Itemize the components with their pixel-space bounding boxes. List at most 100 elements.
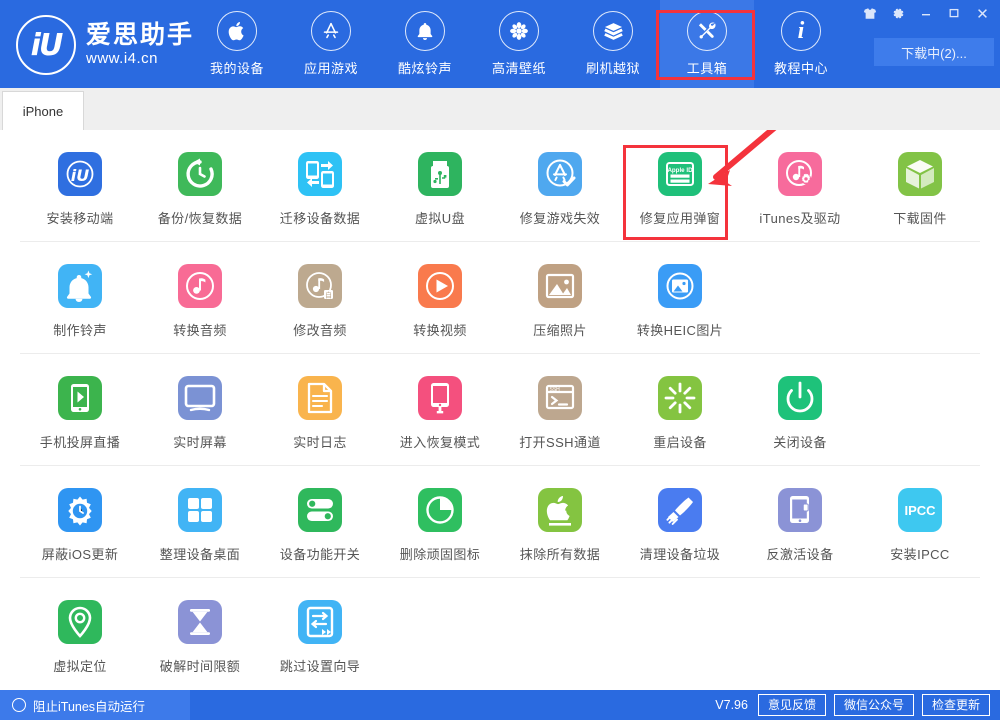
make-ringtone-icon (58, 264, 102, 308)
tool-feature-toggle[interactable]: 设备功能开关 (260, 480, 380, 569)
device-tab-strip: iPhone (0, 88, 1000, 131)
nav-item-toolbox[interactable]: 工具箱 (660, 0, 754, 88)
nav-item-wallpapers[interactable]: 高清壁纸 (472, 0, 566, 88)
tool-install-ipcc[interactable]: IPCC 安装IPCC (860, 480, 980, 569)
migrate-data-icon (298, 152, 342, 196)
tool-migrate-data[interactable]: 迁移设备数据 (260, 144, 380, 233)
nav-item-ringtones[interactable]: 酷炫铃声 (378, 0, 472, 88)
flower-icon (499, 11, 539, 51)
delete-icon-icon (418, 488, 462, 532)
virtual-location-icon (58, 600, 102, 644)
tool-label: 整理设备桌面 (159, 547, 241, 562)
status-actions: V7.96 意见反馈 微信公众号 检查更新 (715, 693, 1000, 717)
live-screen-icon (178, 376, 222, 420)
close-button[interactable] (968, 0, 996, 26)
tool-block-ios-update[interactable]: 屏蔽iOS更新 (20, 480, 140, 569)
svg-text:iU: iU (71, 166, 89, 185)
status-bar: 阻止iTunes自动运行 V7.96 意见反馈 微信公众号 检查更新 (0, 690, 1000, 720)
tool-label: 打开SSH通道 (519, 435, 601, 450)
tool-organize-home-screen[interactable]: 整理设备桌面 (140, 480, 260, 569)
tool-live-screen[interactable]: 实时屏幕 (140, 368, 260, 457)
tool-screen-cast[interactable]: 手机投屏直播 (20, 368, 140, 457)
compress-photo-icon (538, 264, 582, 308)
tool-download-firmware[interactable]: 下载固件 (860, 144, 980, 233)
tool-label: 虚拟定位 (53, 659, 107, 674)
tool-erase-all-data[interactable]: 抹除所有数据 (500, 480, 620, 569)
firmware-box-icon (898, 152, 942, 196)
tool-compress-photo[interactable]: 压缩照片 (500, 256, 620, 345)
tool-live-log[interactable]: 实时日志 (260, 368, 380, 457)
logo-url: www.i4.cn (86, 50, 159, 67)
check-update-button[interactable]: 检查更新 (921, 693, 990, 717)
tool-row-1: iU 安装移动端 备份/恢复数据 迁移设备数据 虚拟U盘 修复游戏失效 Appl… (20, 130, 980, 242)
nav-item-my-device[interactable]: 我的设备 (190, 0, 284, 88)
tool-label: 重启设备 (653, 435, 707, 450)
feedback-button[interactable]: 意见反馈 (757, 693, 826, 717)
tool-make-ringtone[interactable]: 制作铃声 (20, 256, 140, 345)
minimize-button[interactable] (912, 0, 940, 26)
tool-row-2: 制作铃声 转换音频 自 修改音频 转换视频 压缩照片 转换HEIC图片 (20, 242, 980, 354)
svg-text:Apple ID: Apple ID (667, 167, 693, 174)
tool-convert-video[interactable]: 转换视频 (380, 256, 500, 345)
tool-label: 实时屏幕 (173, 435, 227, 450)
nav-item-flash-jailbreak[interactable]: 刷机越狱 (566, 0, 660, 88)
logo-text: 爱思助手 www.i4.cn (86, 21, 194, 69)
tool-install-mobile[interactable]: iU 安装移动端 (20, 144, 140, 233)
tool-skip-setup-wizard[interactable]: 跳过设置向导 (260, 592, 380, 681)
nav-item-apps-games[interactable]: 应用游戏 (284, 0, 378, 88)
ipcc-icon: IPCC (898, 488, 942, 532)
screen-cast-icon (58, 376, 102, 420)
tool-deactivate-device[interactable]: 反激活设备 (740, 480, 860, 569)
tab-iphone[interactable]: iPhone (2, 91, 84, 131)
wechat-button[interactable]: 微信公众号 (833, 693, 914, 717)
tool-row-4: 屏蔽iOS更新 整理设备桌面 设备功能开关 删除顽固图标 抹除所有数据 清理设备… (20, 466, 980, 578)
deactivate-icon (778, 488, 822, 532)
tool-label: 实时日志 (293, 435, 347, 450)
tool-power-off-device[interactable]: 关闭设备 (740, 368, 860, 457)
tool-crack-time-limit[interactable]: 破解时间限额 (140, 592, 260, 681)
tool-label: 备份/恢复数据 (157, 211, 243, 226)
tool-itunes-driver[interactable]: iTunes及驱动 (740, 144, 860, 233)
tool-label: 转换视频 (413, 323, 467, 338)
svg-text:SSH: SSH (550, 387, 561, 393)
box-open-icon (593, 11, 633, 51)
tool-convert-audio[interactable]: 转换音频 (140, 256, 260, 345)
heic-convert-icon (658, 264, 702, 308)
download-status-button[interactable]: 下载中(2)... (874, 38, 994, 66)
tool-convert-heic[interactable]: 转换HEIC图片 (620, 256, 740, 345)
tool-recovery-mode[interactable]: 进入恢复模式 (380, 368, 500, 457)
apple-id-icon: Apple ID (658, 152, 702, 196)
tool-label: 跳过设置向导 (279, 659, 361, 674)
tool-fix-app-popup[interactable]: Apple ID 修复应用弹窗 (620, 144, 740, 233)
skin-button[interactable] (856, 0, 884, 26)
maximize-button[interactable] (940, 0, 968, 26)
tool-label: 下载固件 (893, 211, 947, 226)
nav-label: 刷机越狱 (585, 61, 640, 76)
tool-backup-restore[interactable]: 备份/恢复数据 (140, 144, 260, 233)
tool-virtual-usb[interactable]: 虚拟U盘 (380, 144, 500, 233)
tool-fix-game[interactable]: 修复游戏失效 (500, 144, 620, 233)
nav-label: 高清壁纸 (491, 61, 546, 76)
info-icon: i (781, 11, 821, 51)
tool-edit-audio[interactable]: 自 修改音频 (260, 256, 380, 345)
tool-label: 进入恢复模式 (399, 435, 481, 450)
tool-label: 设备功能开关 (279, 547, 361, 562)
convert-audio-icon (178, 264, 222, 308)
backup-restore-icon (178, 152, 222, 196)
tool-label: 转换音频 (173, 323, 227, 338)
nav-label: 工具箱 (686, 61, 728, 76)
tool-row-5: 虚拟定位 破解时间限额 跳过设置向导 (20, 578, 980, 689)
tool-delete-stubborn-icon[interactable]: 删除顽固图标 (380, 480, 500, 569)
tool-clean-junk[interactable]: 清理设备垃圾 (620, 480, 740, 569)
edit-audio-icon: 自 (298, 264, 342, 308)
tool-open-ssh[interactable]: SSH 打开SSH通道 (500, 368, 620, 457)
version-label: V7.96 (715, 697, 748, 712)
live-log-icon (298, 376, 342, 420)
tool-virtual-location[interactable]: 虚拟定位 (20, 592, 140, 681)
i4-app-icon: iU (58, 152, 102, 196)
tool-label: 修复游戏失效 (519, 211, 601, 226)
nav-item-tutorials[interactable]: i 教程中心 (754, 0, 848, 88)
tool-reboot-device[interactable]: 重启设备 (620, 368, 740, 457)
block-itunes-toggle[interactable]: 阻止iTunes自动运行 (0, 690, 190, 720)
settings-button[interactable] (884, 0, 912, 26)
